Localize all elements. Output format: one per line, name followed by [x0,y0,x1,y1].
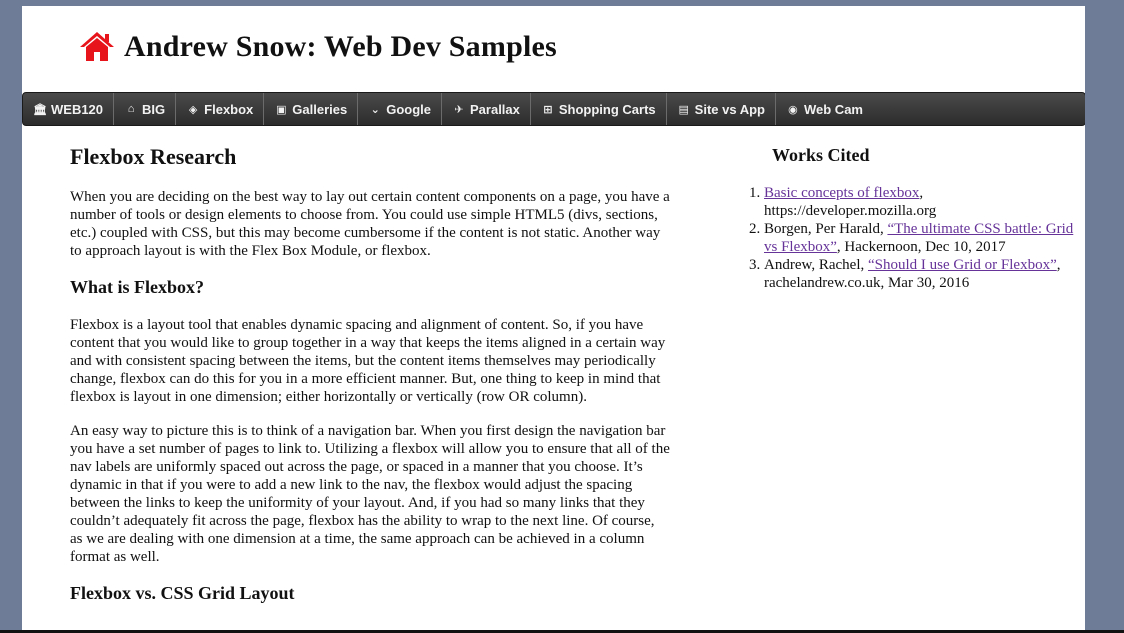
nav-item-web-cam[interactable]: ◉ Web Cam [776,93,873,125]
basket-icon: ⊞ [543,103,553,116]
citation-link[interactable]: “Should I use Grid or Flexbox” [868,257,1057,273]
article-paragraph: Flexbox is a layout tool that enables dy… [70,317,666,405]
home-icon[interactable] [78,30,116,64]
nav-item-shopping-carts[interactable]: ⊞ Shopping Carts [531,93,667,125]
nav-item-google[interactable]: ⌄ Google [358,93,442,125]
citation-item: Andrew, Rachel, “Should I use Grid or Fl… [764,256,1084,292]
nav-item-label: BIG [142,101,166,117]
document-icon: ▤ [678,103,689,116]
nav-item-label: Flexbox [204,101,254,117]
site-title: Andrew Snow: Web Dev Samples [124,30,557,63]
nav-item-big[interactable]: ⌂ BIG [114,93,177,125]
section-heading: What is Flexbox? [70,277,205,297]
citation-item: Borgen, Per Harald, “The ultimate CSS ba… [764,220,1084,256]
article-intro: When you are deciding on the best way to… [70,189,670,259]
chevron-down-icon: ⌄ [370,103,380,116]
citation-text: Andrew, Rachel, [764,257,868,273]
works-cited-heading: Works Cited [772,145,870,165]
nav-item-galleries[interactable]: ▣ Galleries [264,93,359,125]
nav-item-label: Site vs App [694,101,765,117]
section-heading: Flexbox vs. CSS Grid Layout [70,583,295,603]
nav-item-label: Galleries [292,101,348,117]
works-cited: Works Cited Basic concepts of flexbox, h… [744,144,1084,292]
cube-icon: ◈ [188,103,198,116]
nav-item-label: Parallax [470,101,520,117]
main-nav: 🏛 WEB120 ⌂ BIG ◈ Flexbox ▣ Galleries ⌄ G… [22,92,1085,126]
nav-item-parallax[interactable]: ✈ Parallax [442,93,531,125]
citation-list: Basic concepts of flexbox, https://devel… [744,184,1084,292]
nav-item-web120[interactable]: 🏛 WEB120 [23,93,115,125]
citation-link[interactable]: Basic concepts of flexbox [764,185,919,201]
nav-item-label: Shopping Carts [558,101,656,117]
citation-text: , Hackernoon, Dec 10, 2017 [836,239,1006,255]
article-title: Flexbox Research [70,144,237,169]
home-icon: ⌂ [127,103,135,115]
eye-icon: ◉ [788,103,798,116]
article-paragraph: An easy way to picture this is to think … [70,423,670,565]
article: Flexbox Research When you are deciding o… [70,144,670,622]
picture-icon: ▣ [276,103,287,116]
site-header: Andrew Snow: Web Dev Samples [78,30,557,64]
citation-text: Borgen, Per Harald, [764,221,888,237]
nav-item-site-vs-app[interactable]: ▤ Site vs App [667,93,776,125]
nav-item-label: WEB120 [51,101,104,117]
citation-item: Basic concepts of flexbox, https://devel… [764,184,1084,220]
bank-icon: 🏛 [33,103,47,116]
nav-item-label: Web Cam [803,101,863,117]
page: Andrew Snow: Web Dev Samples 🏛 WEB120 ⌂ … [22,6,1085,633]
nav-item-flexbox[interactable]: ◈ Flexbox [176,93,265,125]
plane-icon: ✈ [454,103,464,116]
nav-item-label: Google [386,101,431,117]
